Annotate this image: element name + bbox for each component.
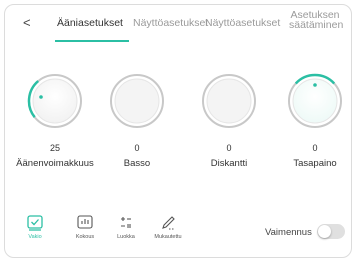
mode-class-label: Luokka bbox=[117, 234, 135, 240]
active-tab-underline bbox=[55, 40, 129, 42]
check-square-icon bbox=[27, 215, 43, 231]
bass-value: 0 bbox=[134, 143, 140, 153]
tab-display-settings-2[interactable]: Näyttöasetukset bbox=[205, 17, 280, 29]
treble-label: Diskantti bbox=[210, 158, 248, 169]
mute-toggle[interactable] bbox=[317, 224, 345, 239]
mode-meeting-button[interactable]: Kokous bbox=[65, 215, 105, 240]
volume-label: Äänenvoimakkuus bbox=[16, 158, 94, 169]
plus-minus-icon bbox=[121, 217, 131, 228]
volume-value: 25 bbox=[49, 143, 60, 153]
volume-knob[interactable] bbox=[27, 73, 83, 129]
mode-custom-label: Mukautettu bbox=[154, 234, 182, 240]
bass-label: Basso bbox=[123, 158, 151, 169]
balance-value: 0 bbox=[312, 143, 318, 153]
mute-label: Vaimennus bbox=[265, 227, 312, 238]
pen-icon bbox=[162, 216, 175, 230]
tab-display-settings[interactable]: Näyttöasetukset bbox=[133, 17, 208, 29]
treble-knob[interactable] bbox=[201, 73, 257, 129]
mute-toggle-thumb bbox=[318, 225, 331, 238]
tab-sound-settings[interactable]: Ääniasetukset bbox=[57, 17, 123, 29]
bass-knob[interactable] bbox=[109, 73, 165, 129]
bar-chart-icon bbox=[77, 215, 93, 229]
tab-setting-adjustment[interactable]: Asetuksen säätäminen bbox=[289, 10, 344, 31]
balance-knob[interactable] bbox=[287, 73, 343, 129]
sound-settings-panel: < Ääniasetukset Näyttöasetukset Näyttöas… bbox=[4, 4, 352, 258]
balance-label: Tasapaino bbox=[293, 158, 337, 169]
tab-label-line2: säätäminen bbox=[289, 19, 344, 31]
treble-value: 0 bbox=[226, 143, 232, 153]
mode-standard-label: Vakio bbox=[28, 234, 42, 240]
mode-class-button[interactable]: Luokka bbox=[106, 215, 146, 240]
mode-meeting-label: Kokous bbox=[75, 234, 95, 240]
mode-custom-button[interactable]: Mukautettu bbox=[148, 215, 188, 240]
back-chevron-left-icon[interactable]: < bbox=[23, 15, 31, 30]
mode-standard-button[interactable]: Vakio bbox=[15, 215, 55, 240]
